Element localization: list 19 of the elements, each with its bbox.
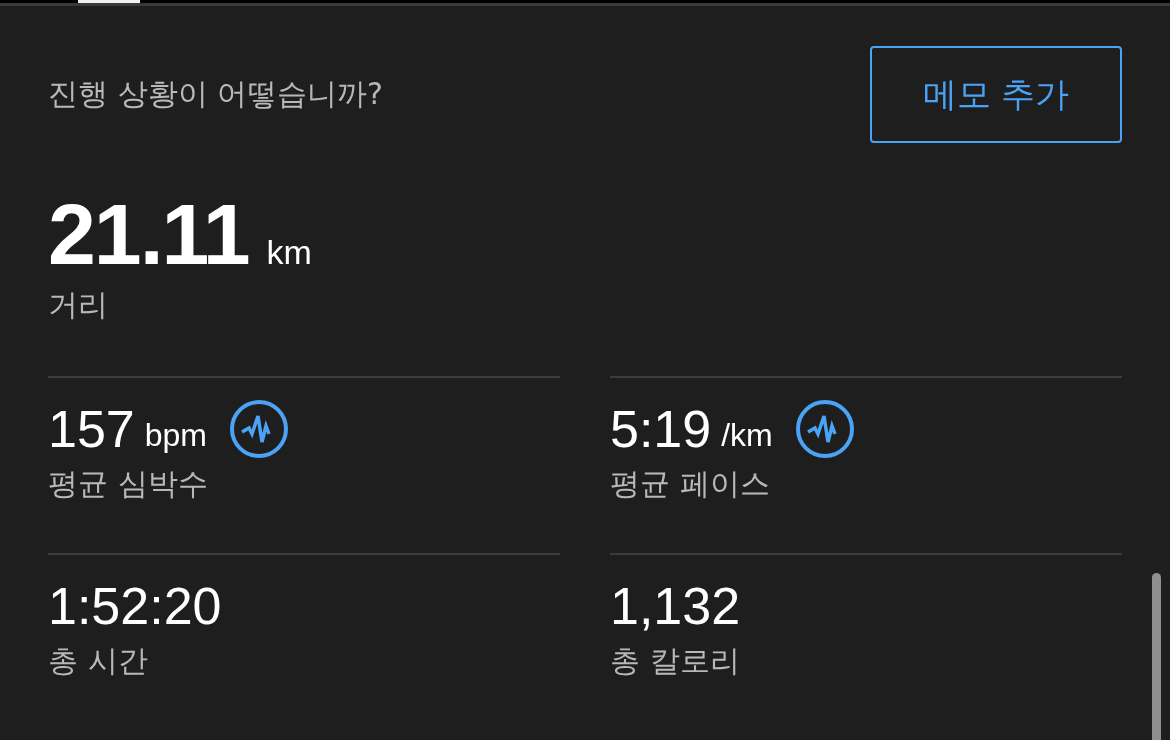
scrollbar[interactable] xyxy=(1152,573,1161,740)
stat-label: 총 시간 xyxy=(48,642,149,680)
stat-value: 157 xyxy=(48,399,135,459)
heart-rate-icon[interactable] xyxy=(794,399,855,459)
stat-value: 1:52:20 xyxy=(48,576,222,636)
tab-indicator xyxy=(78,0,140,3)
stat-value: 1,132 xyxy=(610,576,741,636)
add-memo-button[interactable]: 메모 추가 xyxy=(870,46,1122,143)
stat-unit: bpm xyxy=(144,416,207,454)
stat-label: 평균 페이스 xyxy=(610,465,771,503)
stat-label: 평균 심박수 xyxy=(48,465,209,503)
stat-label: 총 칼로리 xyxy=(610,642,741,680)
distance-value: 21.11 xyxy=(48,189,249,279)
stat-unit: /km xyxy=(721,416,773,454)
distance-label: 거리 xyxy=(48,286,109,324)
stat-value: 5:19 xyxy=(610,399,712,459)
progress-question: 진행 상황이 어떻습니까? xyxy=(48,75,383,113)
distance-unit: km xyxy=(266,233,312,272)
heart-rate-icon[interactable] xyxy=(229,399,289,459)
